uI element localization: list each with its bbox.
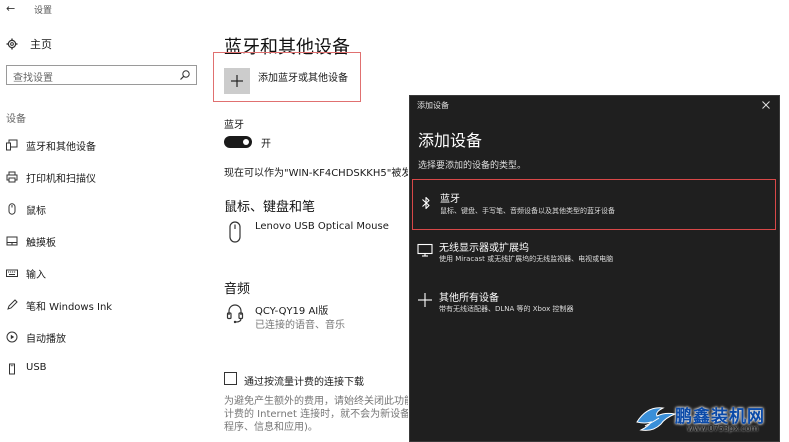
dialog-title: 添加设备 [417,101,449,110]
sidebar-item-label: 输入 [26,270,46,281]
audio-device-status: 已连接的语音、音乐 [255,320,345,331]
plus-icon [231,75,243,87]
option-bluetooth[interactable]: 蓝牙 鼠标、键盘、手写笔、音频设备以及其他类型的蓝牙设备 [412,179,776,230]
metered-download-label[interactable]: 通过按流量计费的连接下载 [244,373,364,388]
add-device-button[interactable] [224,68,250,94]
toggle-knob [243,139,249,145]
sidebar-item-touchpad[interactable]: 触摸板 [0,232,205,250]
title-bar: ← 设置 [0,0,789,20]
home-label: 主页 [30,38,52,51]
plus-icon [418,293,432,307]
keyboard-icon [6,269,18,277]
add-device-label[interactable]: 添加蓝牙或其他设备 [258,69,348,84]
dialog-heading: 添加设备 [418,131,483,150]
dialog-title-bar: 添加设备 [410,96,779,114]
sidebar-item-usb[interactable]: USB [0,360,205,378]
mouse-device-name[interactable]: Lenovo USB Optical Mouse [255,221,389,232]
option-desc: 鼠标、键盘、手写笔、音频设备以及其他类型的蓝牙设备 [440,207,615,215]
gear-icon [6,38,18,50]
metered-desc-line: 程序、信息和应用)。 [224,422,318,433]
autoplay-icon [6,331,18,343]
watermark-url: www.0753px.com [687,424,759,433]
search-icon[interactable] [179,69,191,81]
option-desc: 使用 Miracast 或无线扩展坞的无线监视器、电视或电脑 [439,255,614,263]
mouse-icon [229,221,241,243]
bluetooth-label: 蓝牙 [224,120,244,131]
back-arrow-icon[interactable]: ← [6,2,15,16]
bluetooth-state: 开 [261,139,271,150]
section-label-devices: 设备 [6,114,26,125]
audio-device-name[interactable]: QCY-QY19 AI版 [255,302,328,317]
printer-icon [6,171,18,183]
window-title: 设置 [34,6,53,16]
usb-icon [9,363,15,375]
discoverable-text: 现在可以作为"WIN-KF4CHDSKKH5"被发现 [224,168,408,179]
sidebar-item-label: 笔和 Windows Ink [26,302,113,313]
sidebar-item-typing[interactable]: 输入 [0,264,205,282]
dialog-subtitle: 选择要添加的设备的类型。 [418,161,527,171]
monitor-icon [417,243,433,257]
sidebar-item-mouse[interactable]: 鼠标 [0,200,205,218]
option-desc: 带有无线适配器、DLNA 等的 Xbox 控制器 [439,305,574,313]
pen-icon [7,299,18,310]
sidebar-item-bluetooth[interactable]: 蓝牙和其他设备 [0,136,205,154]
watermark: 鹏鑫装机网 www.0753px.com [635,400,785,440]
touchpad-icon [6,236,18,246]
home-link[interactable]: 主页 [6,36,52,52]
audio-section-heading: 音频 [224,282,251,297]
sidebar-item-label: 鼠标 [26,206,46,217]
search-placeholder: 查找设置 [13,73,53,84]
sidebar: 主页 查找设置 设备 蓝牙和其他设备 打印机和扫描仪 鼠标 触摸板 输入 笔和 … [0,20,205,442]
mouse-section-heading: 鼠标、键盘和笔 [224,200,316,215]
sidebar-item-label: 自动播放 [26,334,66,345]
bluetooth-icon [422,196,430,210]
option-title: 无线显示器或扩展坞 [439,243,529,254]
option-title: 其他所有设备 [439,293,499,304]
option-everything-else[interactable]: 其他所有设备 带有无线适配器、DLNA 等的 Xbox 控制器 [412,287,776,321]
sidebar-item-label: 蓝牙和其他设备 [26,142,96,153]
sidebar-item-label: USB [26,362,47,373]
close-icon[interactable] [761,100,771,110]
sidebar-item-pen[interactable]: 笔和 Windows Ink [0,296,205,314]
mouse-icon [8,203,16,215]
sidebar-item-label: 触摸板 [26,238,56,249]
sidebar-item-autoplay[interactable]: 自动播放 [0,328,205,346]
bird-logo-icon [636,407,677,431]
bluetooth-devices-icon [6,139,18,151]
search-input[interactable]: 查找设置 [6,65,197,85]
metered-download-checkbox[interactable] [224,372,237,385]
option-wireless-display[interactable]: 无线显示器或扩展坞 使用 Miracast 或无线扩展坞的无线监视器、电视或电脑 [412,236,776,270]
option-title: 蓝牙 [440,194,460,205]
sidebar-item-printers[interactable]: 打印机和扫描仪 [0,168,205,186]
add-device-dialog: 添加设备 添加设备 选择要添加的设备的类型。 蓝牙 鼠标、键盘、手写笔、音频设备… [409,95,780,442]
bluetooth-toggle[interactable] [224,136,252,148]
headset-icon [226,304,244,324]
sidebar-item-label: 打印机和扫描仪 [26,174,96,185]
